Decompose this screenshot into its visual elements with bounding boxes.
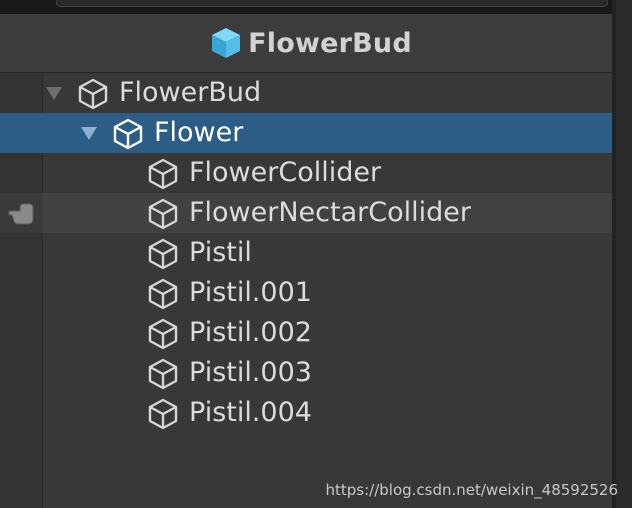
gameobject-cube-icon bbox=[146, 197, 180, 231]
tree-item-label: FlowerBud bbox=[119, 77, 262, 108]
tree-item-label: Pistil bbox=[189, 237, 252, 268]
row-gutter bbox=[0, 113, 42, 153]
gameobject-cube-icon bbox=[146, 317, 180, 351]
tree-item[interactable]: FlowerNectarCollider bbox=[0, 193, 612, 233]
tree-item-label: Pistil.004 bbox=[189, 397, 312, 428]
gameobject-cube-icon bbox=[146, 277, 180, 311]
tree-item-label: FlowerCollider bbox=[189, 157, 382, 188]
tree-item-label: Pistil.003 bbox=[189, 357, 312, 388]
tree-item[interactable]: Flower bbox=[0, 113, 612, 153]
gameobject-cube-icon bbox=[146, 357, 180, 391]
expand-arrow-icon[interactable] bbox=[81, 127, 97, 140]
gameobject-cube-icon bbox=[111, 117, 145, 151]
expand-arrow-icon[interactable] bbox=[46, 87, 62, 100]
gameobject-cube-icon bbox=[76, 77, 110, 111]
tree-item[interactable]: FlowerBud bbox=[0, 73, 612, 113]
tree-item[interactable]: FlowerCollider bbox=[0, 153, 612, 193]
window-top-strip bbox=[0, 0, 632, 14]
cube-icon bbox=[212, 28, 241, 58]
tree-item[interactable]: Pistil.003 bbox=[0, 353, 612, 393]
gameobject-cube-icon bbox=[146, 237, 180, 271]
tree-item[interactable]: Pistil.001 bbox=[0, 273, 612, 313]
watermark-text: https://blog.csdn.net/weixin_48592526 bbox=[325, 481, 618, 499]
tree-item-label: Flower bbox=[154, 117, 244, 148]
header-title: FlowerBud bbox=[248, 27, 412, 59]
tree-item-label: Pistil.001 bbox=[189, 277, 312, 308]
hierarchy-tree: FlowerBud Flower FlowerCollider FlowerNe… bbox=[0, 73, 612, 433]
tree-item[interactable]: Pistil.004 bbox=[0, 393, 612, 433]
adjacent-panel bbox=[616, 0, 632, 508]
prefab-header: FlowerBud bbox=[0, 14, 620, 73]
tree-item-label: Pistil.002 bbox=[189, 317, 312, 348]
gameobject-cube-icon bbox=[146, 157, 180, 191]
tree-item[interactable]: Pistil bbox=[0, 233, 612, 273]
top-field bbox=[56, 0, 608, 7]
gameobject-cube-icon bbox=[146, 397, 180, 431]
tree-item[interactable]: Pistil.002 bbox=[0, 313, 612, 353]
pointer-hand-icon bbox=[6, 199, 36, 227]
tree-item-label: FlowerNectarCollider bbox=[189, 197, 471, 228]
